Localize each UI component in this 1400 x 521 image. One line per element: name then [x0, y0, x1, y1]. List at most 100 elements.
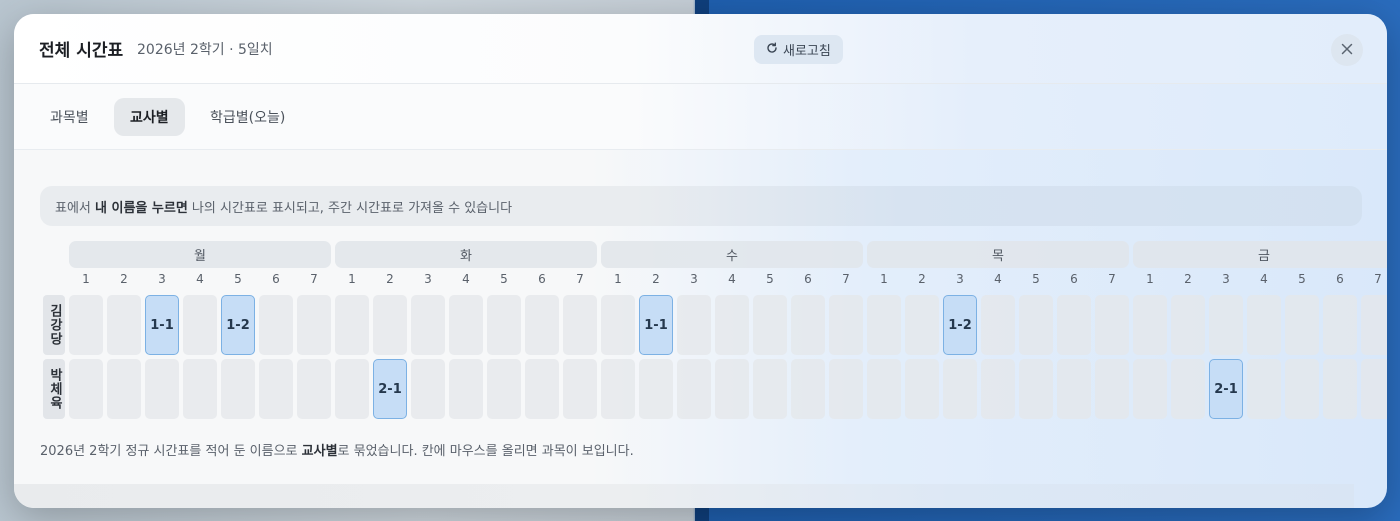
timetable-cell-empty [981, 359, 1015, 419]
timetable-cell-empty [753, 359, 787, 419]
day-header: 목 [867, 241, 1129, 268]
period-number: 3 [690, 272, 698, 286]
timetable-cell-empty [943, 359, 977, 419]
period-number: 4 [196, 272, 204, 286]
timetable-cell-empty [259, 359, 293, 419]
timetable-cell-empty [1171, 359, 1205, 419]
timetable-cell-empty [183, 359, 217, 419]
period-number: 1 [880, 272, 888, 286]
period-number: 7 [576, 272, 584, 286]
footnote-prefix: 2026년 2학기 정규 시간표를 적어 둔 이름으로 [40, 444, 302, 459]
full-timetable-modal: 전체 시간표 2026년 2학기 · 5일치 새로고침 과목별 교사별 학급별(… [14, 14, 1387, 508]
timetable-cell-empty [753, 295, 787, 355]
footnote-bold: 교사별 [301, 444, 338, 459]
timetable-cell-empty [867, 359, 901, 419]
timetable-cell-empty [525, 295, 559, 355]
timetable-cell-empty [639, 359, 673, 419]
footnote: 2026년 2학기 정규 시간표를 적어 둔 이름으로 교사별로 묶었습니다. … [40, 440, 634, 459]
timetable-cell-empty [867, 295, 901, 355]
timetable-cell-empty [1019, 359, 1053, 419]
timetable-cell-empty [145, 359, 179, 419]
teacher-name[interactable]: 박체육 [43, 359, 65, 419]
timetable-cell-empty [905, 295, 939, 355]
bottom-panel [14, 484, 1354, 508]
period-number: 4 [994, 272, 1002, 286]
timetable-cell-empty [1133, 295, 1167, 355]
timetable-cell-empty [1095, 295, 1129, 355]
period-number: 3 [158, 272, 166, 286]
timetable-cell-empty [791, 359, 825, 419]
timetable-cell-empty [1361, 359, 1387, 419]
timetable-cell-empty [335, 359, 369, 419]
timetable-cell-class[interactable]: 2-1 [373, 359, 407, 419]
timetable-cell-empty [487, 359, 521, 419]
timetable-cell-class[interactable]: 1-2 [943, 295, 977, 355]
day-header: 금 [1133, 241, 1387, 268]
timetable-cell-empty [411, 359, 445, 419]
timetable-cell-empty [791, 295, 825, 355]
period-number: 5 [766, 272, 774, 286]
period-number: 7 [1374, 272, 1382, 286]
timetable-cell-empty [563, 359, 597, 419]
period-number: 7 [310, 272, 318, 286]
period-number: 4 [728, 272, 736, 286]
timetable-cell-empty [1057, 359, 1091, 419]
period-number: 5 [1032, 272, 1040, 286]
timetable-cell-empty [1285, 295, 1319, 355]
period-number: 6 [538, 272, 546, 286]
timetable-cell-class[interactable]: 2-1 [1209, 359, 1243, 419]
timetable-cell-empty [525, 359, 559, 419]
period-number: 1 [82, 272, 90, 286]
timetable-cell-class[interactable]: 1-1 [145, 295, 179, 355]
day-header: 수 [601, 241, 863, 268]
period-number: 4 [462, 272, 470, 286]
timetable-cell-empty [69, 359, 103, 419]
timetable-cell-empty [107, 295, 141, 355]
timetable-cell-empty [411, 295, 445, 355]
timetable-cell-empty [1361, 295, 1387, 355]
period-number: 7 [842, 272, 850, 286]
timetable-cell-empty [107, 359, 141, 419]
period-number: 6 [272, 272, 280, 286]
timetable-cell-empty [1057, 295, 1091, 355]
period-number: 2 [120, 272, 128, 286]
timetable-cell-empty [221, 359, 255, 419]
timetable-cell-class[interactable]: 1-2 [221, 295, 255, 355]
timetable-cell-empty [601, 295, 635, 355]
timetable-cell-empty [335, 295, 369, 355]
timetable-cell-empty [905, 359, 939, 419]
teacher-name[interactable]: 김강당 [43, 295, 65, 355]
timetable-grid: 월 1 2 3 4 5 6 7 화 1 2 3 4 5 6 7 수 1 2 3 4 5 6 7 목 1 2 3 4 5 6 7 금 1 2 3 4 5 6 7… [14, 14, 1387, 508]
timetable-cell-empty [1285, 359, 1319, 419]
period-number: 3 [424, 272, 432, 286]
timetable-cell-empty [715, 295, 749, 355]
period-number: 6 [804, 272, 812, 286]
timetable-cell-empty [1323, 359, 1357, 419]
period-number: 5 [234, 272, 242, 286]
period-number: 2 [1184, 272, 1192, 286]
timetable-cell-empty [1171, 295, 1205, 355]
timetable-cell-empty [829, 359, 863, 419]
timetable-cell-class[interactable]: 1-1 [639, 295, 673, 355]
timetable-cell-empty [297, 295, 331, 355]
timetable-cell-empty [1247, 295, 1281, 355]
period-number: 2 [386, 272, 394, 286]
timetable-cell-empty [601, 359, 635, 419]
period-number: 2 [918, 272, 926, 286]
timetable-cell-empty [1209, 295, 1243, 355]
timetable-cell-empty [373, 295, 407, 355]
timetable-cell-empty [297, 359, 331, 419]
period-number: 4 [1260, 272, 1268, 286]
timetable-cell-empty [449, 359, 483, 419]
period-number: 1 [614, 272, 622, 286]
timetable-cell-empty [677, 295, 711, 355]
footnote-suffix: 로 묶었습니다. 칸에 마우스를 올리면 과목이 보입니다. [337, 444, 634, 459]
timetable-cell-empty [1019, 295, 1053, 355]
timetable-cell-empty [1323, 295, 1357, 355]
period-number: 3 [1222, 272, 1230, 286]
timetable-cell-empty [69, 295, 103, 355]
period-number: 6 [1336, 272, 1344, 286]
timetable-cell-empty [1133, 359, 1167, 419]
period-number: 5 [1298, 272, 1306, 286]
period-number: 3 [956, 272, 964, 286]
